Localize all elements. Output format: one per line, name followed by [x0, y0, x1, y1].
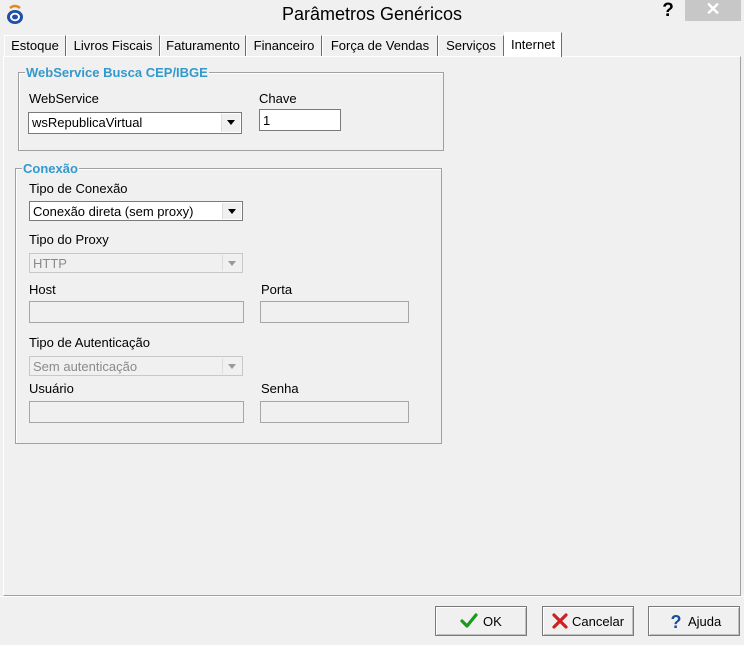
chave-input[interactable]: 1: [259, 109, 341, 131]
tab-label: Serviços: [446, 38, 496, 53]
webservice-select-value: wsRepublicaVirtual: [32, 115, 143, 130]
chave-label: Chave: [259, 91, 297, 106]
tipo-conexao-label: Tipo de Conexão: [29, 181, 128, 196]
porta-label: Porta: [261, 282, 293, 297]
tab-label: Livros Fiscais: [73, 38, 153, 53]
title-bar: Parâmetros Genéricos ? ✕: [0, 0, 744, 30]
tab-label: Faturamento: [166, 38, 240, 53]
x-icon: [552, 613, 568, 629]
ok-button-label: OK: [483, 614, 502, 629]
senha-label: Senha: [261, 381, 299, 396]
usuario-input: [29, 401, 244, 423]
close-icon: ✕: [705, 0, 721, 19]
tipo-proxy-select: HTTP: [29, 253, 243, 273]
ok-button[interactable]: OK: [435, 606, 527, 636]
checkmark-icon: [460, 613, 478, 628]
senha-input: [260, 401, 409, 423]
close-button[interactable]: ✕: [685, 0, 741, 21]
tipo-proxy-value: HTTP: [33, 256, 67, 271]
tab-label: Estoque: [11, 38, 59, 53]
tipo-conexao-select[interactable]: Conexão direta (sem proxy): [29, 201, 243, 221]
tab-page-internet: WebService Busca CEP/IBGE WebService wsR…: [3, 56, 741, 596]
chave-input-value: 1: [263, 113, 271, 128]
tab-faturamento[interactable]: Faturamento: [160, 35, 246, 56]
chevron-down-icon: [222, 255, 241, 271]
tab-financeiro[interactable]: Financeiro: [246, 35, 322, 56]
conexao-group-legend: Conexão: [22, 161, 79, 176]
tab-forca-de-vendas[interactable]: Força de Vendas: [322, 35, 438, 56]
chevron-down-icon[interactable]: [222, 203, 241, 219]
tab-internet[interactable]: Internet: [504, 32, 562, 57]
tipo-autenticacao-value: Sem autenticação: [33, 359, 138, 374]
tab-label: Financeiro: [253, 38, 315, 53]
help-button-label: Ajuda: [688, 614, 722, 629]
tab-livros-fiscais[interactable]: Livros Fiscais: [66, 35, 160, 56]
webservice-select[interactable]: wsRepublicaVirtual: [28, 112, 242, 134]
host-input: [29, 301, 244, 323]
chevron-down-icon[interactable]: [221, 114, 240, 132]
tipo-autenticacao-select: Sem autenticação: [29, 356, 243, 376]
cancel-button[interactable]: Cancelar: [542, 606, 634, 636]
help-button[interactable]: ? Ajuda: [648, 606, 740, 636]
host-label: Host: [29, 282, 56, 297]
footer-divider: [0, 596, 744, 597]
webservice-group-legend: WebService Busca CEP/IBGE: [25, 65, 209, 80]
cancel-button-label: Cancelar: [572, 614, 625, 629]
question-mark-icon: ?: [671, 612, 682, 630]
tab-servicos[interactable]: Serviços: [438, 35, 504, 56]
webservice-label: WebService: [29, 91, 99, 106]
tipo-proxy-label: Tipo do Proxy: [29, 232, 109, 247]
tab-label: Internet: [510, 37, 556, 52]
help-icon[interactable]: ?: [660, 0, 676, 22]
tab-estoque[interactable]: Estoque: [4, 35, 66, 56]
porta-input: [260, 301, 409, 323]
tipo-conexao-value: Conexão direta (sem proxy): [33, 204, 194, 219]
tab-label: Força de Vendas: [330, 38, 430, 53]
usuario-label: Usuário: [29, 381, 74, 396]
chevron-down-icon: [222, 358, 241, 374]
svg-text:?: ?: [671, 612, 682, 630]
tab-strip: Estoque Livros Fiscais Faturamento Finan…: [4, 32, 740, 57]
tipo-autenticacao-label: Tipo de Autenticação: [29, 335, 150, 350]
window-title: Parâmetros Genéricos: [281, 4, 463, 24]
